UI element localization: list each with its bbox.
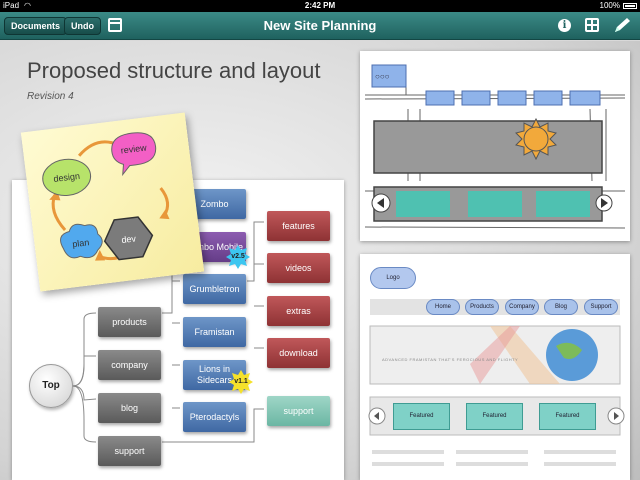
page-title[interactable]: Proposed structure and layout <box>27 58 321 84</box>
version-badge-label: v2.5 <box>231 253 245 260</box>
mockup-logo[interactable]: Logo <box>370 267 416 289</box>
cycle-step-plan: plan <box>72 237 90 249</box>
mockup-nav-home[interactable]: Home <box>426 299 460 315</box>
version-badge-label: v1.1 <box>234 378 248 385</box>
sitemap-node-support-child[interactable]: support <box>267 396 330 426</box>
sitemap-node-download[interactable]: download <box>267 338 330 368</box>
status-bar: iPad ◠ 2:42 PM 100% <box>0 0 640 12</box>
battery-percent: 100% <box>599 1 620 10</box>
svg-text:○○○: ○○○ <box>375 72 390 81</box>
mockup-nav-blog[interactable]: Blog <box>544 299 578 315</box>
sketch-drawing: ○○○ <box>364 64 626 229</box>
sitemap-node-pterodactyls[interactable]: Pterodactyls <box>183 402 246 432</box>
sitemap-node-framistan[interactable]: Framistan <box>183 317 246 347</box>
mockup-featured-card[interactable]: Featured <box>539 403 596 430</box>
dev-cycle-diagram: design review dev plan <box>42 132 170 261</box>
version-badge[interactable]: v1.1 <box>229 370 253 394</box>
sitemap-node-grumbletron[interactable]: Grumbletron <box>183 274 246 304</box>
wireframe-mockup[interactable]: Logo Home Products Company Blog Support … <box>360 254 630 480</box>
page-subtitle[interactable]: Revision 4 <box>27 91 74 102</box>
battery-icon <box>623 3 637 9</box>
toolbar: Documents Undo New Site Planning i <box>0 12 640 40</box>
mockup-hero-text: ADVANCED FRAMISTAN THAT'S FEROCIOUS AND … <box>382 357 519 362</box>
mockup-nav-support[interactable]: Support <box>584 299 618 315</box>
sitemap-node-top[interactable]: Top <box>29 364 73 408</box>
grid-icon[interactable] <box>585 18 599 32</box>
document-canvas[interactable]: Proposed structure and layout Revision 4 <box>0 41 640 480</box>
info-icon[interactable]: i <box>558 19 571 32</box>
cycle-step-dev: dev <box>121 233 137 245</box>
mockup-featured-card[interactable]: Featured <box>466 403 523 430</box>
sticky-note[interactable]: design review dev plan <box>20 112 205 292</box>
mockup-nav-company[interactable]: Company <box>505 299 539 315</box>
version-badge[interactable]: v2.5 <box>226 245 250 269</box>
sitemap-node-products[interactable]: products <box>98 307 161 337</box>
wireframe-sketch[interactable]: ○○○ <box>360 51 630 241</box>
clock: 2:42 PM <box>304 1 336 10</box>
mockup-nav-products[interactable]: Products <box>465 299 499 315</box>
sitemap-node-videos[interactable]: videos <box>267 253 330 283</box>
pencil-icon[interactable] <box>612 17 632 35</box>
sitemap-node-extras[interactable]: extras <box>267 296 330 326</box>
sitemap-node-support[interactable]: support <box>98 436 161 466</box>
sitemap-node-blog[interactable]: blog <box>98 393 161 423</box>
mockup-featured-card[interactable]: Featured <box>393 403 450 430</box>
document-title: New Site Planning <box>263 18 377 33</box>
sitemap-node-features[interactable]: features <box>267 211 330 241</box>
sitemap-node-company[interactable]: company <box>98 350 161 380</box>
